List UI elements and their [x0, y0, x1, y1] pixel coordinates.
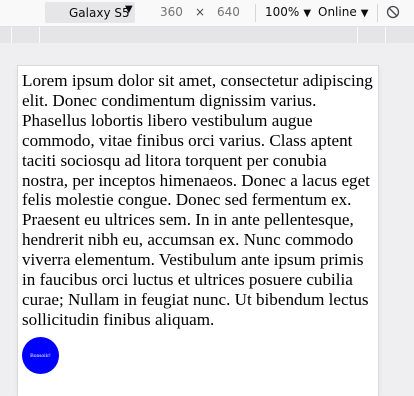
ruler-tick: [385, 27, 386, 43]
toolbar-divider: [377, 4, 378, 22]
network-throttling-selector[interactable]: Online ▼: [318, 5, 368, 19]
device-viewport: Lorem ipsum dolor sit amet, consectetur …: [18, 66, 378, 396]
caret-down-icon: ▼: [303, 8, 312, 19]
device-name: Galaxy S5: [69, 6, 130, 20]
caret-down-icon: ▼: [360, 8, 369, 19]
zoom-selector[interactable]: 100% ▼: [265, 5, 311, 19]
responsive-toolbar: Galaxy S5 ▼ 360 × 640 100% ▼ Online ▼: [0, 0, 414, 27]
toolbar-divider: [255, 4, 256, 22]
ruler-tick: [11, 27, 12, 43]
lorem-paragraph: Lorem ipsum dolor sit amet, consectetur …: [22, 71, 373, 329]
ruler-tick: [357, 27, 358, 43]
caret-down-icon: ▼: [125, 4, 133, 15]
zoom-value: 100%: [265, 5, 300, 19]
device-selector[interactable]: Galaxy S5 ▼: [45, 2, 135, 23]
circle-button[interactable]: Bonsoiir!: [22, 337, 59, 374]
rotate-icon[interactable]: [386, 5, 400, 19]
dimension-separator: ×: [195, 5, 206, 19]
viewport-height-input[interactable]: 640: [217, 5, 240, 19]
viewport-width-input[interactable]: 360: [160, 5, 183, 19]
viewport-ruler: [0, 27, 414, 43]
ruler-tick: [39, 27, 40, 43]
circle-button-label: Bonsoiir!: [30, 352, 51, 359]
network-value: Online: [318, 5, 357, 19]
